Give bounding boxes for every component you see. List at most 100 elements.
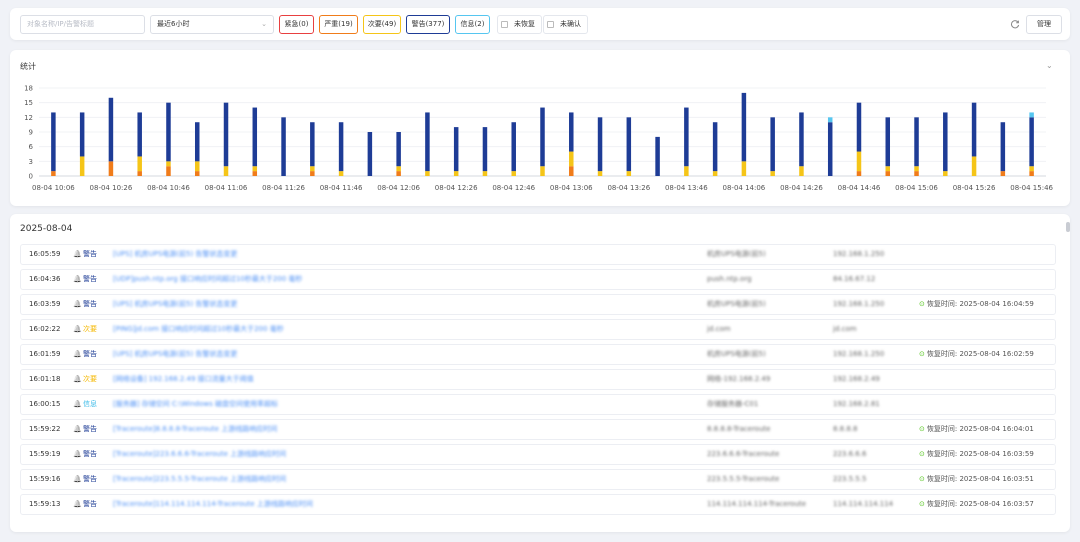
bar-segment	[684, 107, 689, 167]
bar-segment	[511, 122, 516, 172]
bar-segment	[684, 166, 689, 176]
time-range-select[interactable]: 最近6小时 ⌄	[150, 15, 274, 34]
event-row[interactable]: 16:03:59 🔔 警告 [UPS] 机房UPS电源(前5) 告警状态变更 机房UPS…	[20, 294, 1056, 315]
event-level: 🔔 警告	[73, 345, 97, 364]
bar-segment	[338, 122, 344, 172]
y-tick-label: 15	[24, 99, 33, 107]
event-level-label: 警告	[83, 300, 97, 308]
x-tick-label: 08-04 14:46	[838, 184, 881, 192]
event-recovery: ⊙ 恢复时间: 2025-08-04 16:02:59	[919, 345, 1034, 364]
unconfirmed-checkbox[interactable]: 未确认	[543, 15, 588, 34]
event-object: jd.com	[707, 325, 731, 333]
recovery-time: 2025-08-04 16:02:59	[957, 350, 1034, 358]
bar-segment	[166, 166, 171, 176]
event-level-label: 警告	[83, 425, 97, 433]
bar-segment	[943, 171, 948, 176]
event-object: 114.114.114.114-Traceroute	[707, 500, 807, 508]
bar-segment	[1029, 171, 1034, 176]
search-input[interactable]: 对象名称/IP/告警标题	[20, 15, 145, 34]
y-tick-label: 18	[24, 85, 33, 93]
event-object: 网络-192.168.2.49	[707, 375, 771, 383]
chevron-down-icon[interactable]: ⌄	[1046, 61, 1053, 70]
severity-tag-1[interactable]: 严重(19)	[319, 15, 358, 34]
event-title-link[interactable]: [Traceroute]223.5.5.5-Traceroute 上游线路响应时…	[113, 470, 286, 489]
event-title-link[interactable]: [UPS] 机房UPS电源(前5) 告警状态变更	[113, 345, 237, 364]
bar-segment	[482, 171, 488, 176]
bar-segment	[569, 112, 574, 152]
x-tick-label: 08-04 14:26	[780, 184, 823, 192]
event-title-link[interactable]: [Traceroute]223.6.6.6-Traceroute 上游线路响应时…	[113, 445, 286, 464]
bar-segment	[885, 171, 891, 176]
bar-segment	[540, 107, 545, 167]
event-title-link[interactable]: [UPS] 机房UPS电源(前5) 告警状态变更	[113, 245, 237, 264]
check-circle-icon: ⊙	[919, 425, 925, 433]
severity-tag-4[interactable]: 信息(2)	[455, 15, 490, 34]
x-tick-label: 08-04 12:06	[377, 184, 420, 192]
y-tick-label: 6	[29, 143, 34, 151]
event-time: 15:59:22	[29, 425, 61, 433]
x-tick-label: 08-04 14:06	[723, 184, 766, 192]
event-title-link[interactable]: [服务器] 存储空间 C:\Windows 磁盘空间使用率超标	[113, 395, 278, 414]
bar-segment	[626, 117, 632, 172]
severity-tag-0[interactable]: 紧急(0)	[279, 15, 314, 34]
event-title-link[interactable]: [网络设备] 192.168.2.49 接口流量大于阈值	[113, 370, 254, 389]
check-circle-icon: ⊙	[919, 450, 925, 458]
event-level: 🔔 警告	[73, 420, 97, 439]
event-time: 16:00:15	[29, 400, 61, 408]
bar-segment	[223, 102, 229, 167]
event-row[interactable]: 16:02:22 🔔 次要 [PING]jd.com 接口响应时间超过10秒最大于20…	[20, 319, 1056, 340]
event-object: 223.6.6.6-Traceroute	[707, 450, 780, 458]
event-ip: 192.168.2.81	[833, 400, 880, 408]
event-row[interactable]: 16:00:15 🔔 信息 [服务器] 存储空间 C:\Windows 磁盘空间使用率…	[20, 394, 1056, 415]
event-row[interactable]: 16:01:59 🔔 警告 [UPS] 机房UPS电源(前5) 告警状态变更 机房UPS…	[20, 344, 1056, 365]
event-ip: 192.168.1.250	[833, 300, 885, 308]
event-title-link[interactable]: [PING]jd.com 接口响应时间超过10秒最大于200 毫秒	[113, 320, 284, 339]
event-time: 15:59:19	[29, 450, 61, 458]
event-level: 🔔 警告	[73, 445, 97, 464]
x-tick-label: 08-04 11:06	[205, 184, 248, 192]
event-row[interactable]: 15:59:19 🔔 警告 [Traceroute]223.6.6.6-Tracero…	[20, 444, 1056, 465]
event-level-label: 警告	[83, 250, 97, 258]
bar-segment	[137, 171, 142, 176]
bell-icon: 🔔	[73, 325, 82, 333]
bar-segment	[770, 117, 775, 172]
chevron-down-icon: ⌄	[261, 20, 267, 28]
event-row[interactable]: 16:01:18 🔔 次要 [网络设备] 192.168.2.49 接口流量大于阈值 网…	[20, 369, 1056, 390]
event-title-link[interactable]: [UDP]push.ntp.org 接口响应时间超过10秒最大于200 毫秒	[113, 270, 302, 289]
event-object: 223.5.5.5-Traceroute	[707, 475, 780, 483]
bar-segment	[943, 112, 948, 172]
scrollbar[interactable]	[1066, 222, 1070, 232]
event-ip: 192.168.1.250	[833, 250, 885, 258]
event-object: push.ntp.org	[707, 275, 752, 283]
refresh-icon[interactable]	[1010, 19, 1020, 29]
event-row[interactable]: 15:59:13 🔔 警告 [Traceroute]114.114.114.114-T…	[20, 494, 1056, 515]
event-row[interactable]: 16:05:59 🔔 警告 [UPS] 机房UPS电源(前5) 告警状态变更 机房UPS…	[20, 244, 1056, 265]
bar-segment	[827, 117, 833, 123]
bar-segment	[626, 171, 632, 176]
event-row[interactable]: 16:04:36 🔔 警告 [UDP]push.ntp.org 接口响应时间超过10秒…	[20, 269, 1056, 290]
event-title-link[interactable]: [Traceroute]8.8.8.8-Traceroute 上游线路响应时间	[113, 420, 277, 439]
event-title-link[interactable]: [Traceroute]114.114.114.114-Traceroute 上…	[113, 495, 313, 514]
severity-tag-2[interactable]: 次要(49)	[363, 15, 401, 34]
severity-tag-3[interactable]: 警告(377)	[406, 15, 450, 34]
event-time: 16:04:36	[29, 275, 61, 283]
event-title-link[interactable]: [UPS] 机房UPS电源(前5) 告警状态变更	[113, 295, 237, 314]
event-ip: 192.168.2.49	[833, 375, 880, 383]
unrecovered-checkbox[interactable]: 未恢复	[497, 15, 542, 34]
bar-segment	[252, 166, 258, 172]
x-tick-label: 08-04 11:46	[320, 184, 363, 192]
statistics-panel: 统计 ⌄ 0 3 6 9 12 15 18 08-04 10:06 08-04 10:26 08-…	[10, 50, 1070, 206]
time-range-value: 最近6小时	[157, 20, 190, 28]
event-level: 🔔 警告	[73, 270, 97, 289]
bar-segment	[453, 127, 459, 172]
event-level: 🔔 警告	[73, 295, 97, 314]
manage-button[interactable]: 管理	[1026, 15, 1062, 34]
bar-segment	[1029, 112, 1034, 118]
bar-segment	[396, 171, 401, 176]
event-row[interactable]: 15:59:16 🔔 警告 [Traceroute]223.5.5.5-Tracero…	[20, 469, 1056, 490]
bar-segment	[712, 122, 718, 172]
event-level-label: 次要	[83, 375, 97, 383]
bar-segment	[1000, 171, 1006, 176]
event-row[interactable]: 15:59:22 🔔 警告 [Traceroute]8.8.8.8-Tracerout…	[20, 419, 1056, 440]
bar-segment	[252, 171, 258, 176]
